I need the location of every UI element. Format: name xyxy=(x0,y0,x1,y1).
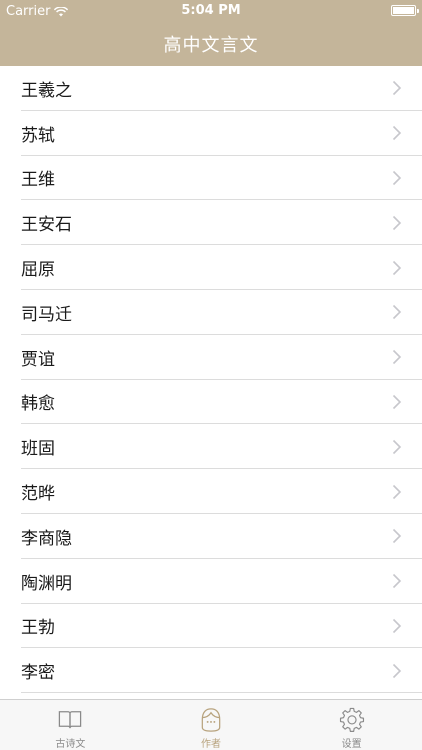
author-name: 李商隐 xyxy=(21,528,72,549)
author-name: 班固 xyxy=(21,439,55,460)
list-item[interactable]: 王安石 xyxy=(0,200,422,245)
list-item[interactable]: 班固 xyxy=(0,424,422,469)
list-item[interactable]: 屈原 xyxy=(0,245,422,290)
tab-poems[interactable]: 古诗文 xyxy=(0,700,141,750)
list-item[interactable]: 王羲之 xyxy=(0,66,422,111)
author-name: 王安石 xyxy=(21,215,72,236)
author-name: 范晔 xyxy=(21,484,55,505)
gear-icon xyxy=(339,707,364,732)
author-name: 屈原 xyxy=(21,260,55,281)
status-bar: Carrier 5:04 PM xyxy=(0,0,422,22)
chevron-right-icon xyxy=(392,529,402,544)
navigation-bar: 高中文言文 xyxy=(0,22,422,66)
list-item[interactable]: 李商隐 xyxy=(0,514,422,559)
list-item[interactable]: 王维 xyxy=(0,156,422,201)
author-list[interactable]: 王羲之 苏轼 王维 王安石 屈原 司马迁 贾谊 韩愈 班固 范晔 李商隐 陶渊明… xyxy=(0,66,422,699)
author-name: 苏轼 xyxy=(21,125,55,146)
tab-bar: 古诗文 作者 设置 xyxy=(0,699,422,750)
book-icon xyxy=(59,711,82,729)
list-item[interactable]: 苏轼 xyxy=(0,111,422,156)
chevron-right-icon xyxy=(392,394,402,410)
list-item[interactable]: 陶渊明 xyxy=(0,559,422,604)
chevron-right-icon xyxy=(392,81,402,96)
chevron-right-icon xyxy=(392,439,402,454)
list-item[interactable]: 王勃 xyxy=(0,604,422,649)
list-item[interactable]: 李密 xyxy=(0,648,422,693)
author-name: 李密 xyxy=(21,663,55,684)
author-name: 司马迁 xyxy=(21,304,72,325)
chevron-right-icon xyxy=(392,484,402,499)
chevron-right-icon xyxy=(392,618,402,634)
author-name: 王勃 xyxy=(21,618,55,639)
list-item[interactable]: 司马迁 xyxy=(0,290,422,335)
author-name: 陶渊明 xyxy=(21,573,72,594)
chevron-right-icon xyxy=(392,305,402,320)
chevron-right-icon xyxy=(392,574,402,589)
chevron-right-icon xyxy=(392,215,402,230)
tab-label: 古诗文 xyxy=(55,739,86,750)
chevron-right-icon xyxy=(392,126,402,141)
tab-label: 作者 xyxy=(201,739,221,750)
author-name: 王羲之 xyxy=(21,80,72,101)
list-item[interactable]: 范晔 xyxy=(0,469,422,514)
tab-authors[interactable]: 作者 xyxy=(141,700,282,750)
tab-label: 设置 xyxy=(341,739,362,750)
list-item[interactable]: 韩愈 xyxy=(0,380,422,425)
person-icon xyxy=(201,708,221,732)
status-time: 5:04 PM xyxy=(181,3,241,18)
battery-icon xyxy=(391,5,419,16)
chevron-right-icon xyxy=(392,170,402,186)
tab-settings[interactable]: 设置 xyxy=(281,700,422,750)
author-name: 韩愈 xyxy=(21,394,55,415)
author-name: 贾谊 xyxy=(21,349,55,370)
page-title: 高中文言文 xyxy=(163,35,259,56)
chevron-right-icon xyxy=(392,350,402,365)
list-item[interactable]: 贾谊 xyxy=(0,335,422,380)
chevron-right-icon xyxy=(392,663,402,678)
chevron-right-icon xyxy=(392,260,402,275)
author-name: 王维 xyxy=(21,170,55,191)
